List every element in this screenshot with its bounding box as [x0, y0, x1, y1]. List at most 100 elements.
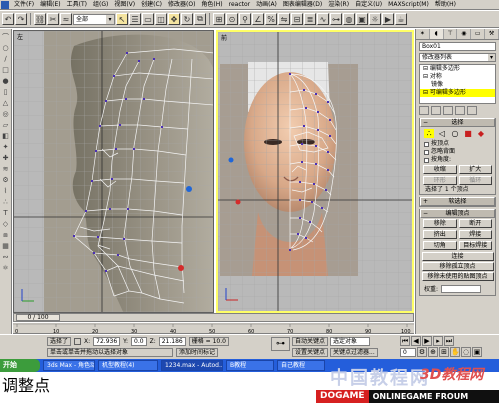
move-icon[interactable]: ✥ — [168, 13, 180, 25]
percent-snap-icon[interactable]: % — [265, 13, 277, 25]
helper-tool-icon[interactable]: ✚ — [2, 154, 10, 162]
render-icon[interactable]: ☼ — [369, 13, 381, 25]
stack-item[interactable]: 镜像 — [420, 81, 495, 89]
rollout-header[interactable]: − 编辑顶点 — [420, 209, 495, 218]
menu-graph-editors[interactable]: 图表编辑器(D) — [280, 0, 325, 9]
object-name-field[interactable]: Box01 — [419, 42, 496, 51]
shape-tool-icon[interactable]: ◇ — [2, 220, 10, 228]
modifier-stack[interactable]: ⊟ 编辑多边形 ⊟ 对称 镜像 ⊟ 可编辑多边形 — [419, 64, 496, 104]
x-coordinate-field[interactable]: 72.936 — [93, 336, 121, 346]
selection-filter-dropdown[interactable]: 全部 ▾ — [73, 13, 115, 25]
select-by-name-icon[interactable]: ☰ — [129, 13, 141, 25]
menu-file[interactable]: 文件(F) — [11, 0, 37, 9]
remove-isolated-button[interactable]: 移除孤立顶点 — [421, 262, 494, 271]
goto-end-icon[interactable]: ⏭ — [444, 336, 454, 346]
viewport-label[interactable]: 前 — [221, 33, 227, 42]
snap-icon[interactable]: ⚲ — [239, 13, 251, 25]
taskbar-task[interactable]: B教程 — [226, 360, 274, 371]
connect-button[interactable]: 连接 — [421, 252, 494, 261]
app-icon[interactable] — [1, 0, 9, 9]
reference-coord-icon[interactable]: ⊞ — [213, 13, 225, 25]
menu-group[interactable]: 组(G) — [90, 0, 111, 9]
menu-create[interactable]: 创建(C) — [138, 0, 165, 9]
link-icon[interactable]: ⛓ — [34, 13, 46, 25]
by-vertex-option[interactable]: 按顶点 — [420, 140, 495, 148]
teapot-icon[interactable]: ☕ — [395, 13, 407, 25]
tab-utilities[interactable]: ⚒ — [485, 29, 499, 39]
z-coordinate-field[interactable]: 21.186 — [158, 336, 186, 346]
mirror-icon[interactable]: ⇋ — [278, 13, 290, 25]
taskbar-task[interactable]: 机型教程(4) — [98, 360, 158, 371]
grow-button[interactable]: 扩大 — [458, 165, 492, 174]
pivot-icon[interactable]: ⊙ — [226, 13, 238, 25]
tab-motion[interactable]: ◉ — [457, 29, 472, 39]
curve-editor-icon[interactable]: ∿ — [317, 13, 329, 25]
checkbox[interactable] — [424, 157, 429, 163]
zoom-all-icon[interactable]: ⊞ — [439, 347, 449, 357]
text-tool-icon[interactable]: T — [2, 209, 10, 217]
cone-tool-icon[interactable]: △ — [2, 99, 10, 107]
spacewarp-tool-icon[interactable]: ≋ — [2, 165, 10, 173]
configure-sets-icon[interactable] — [467, 106, 477, 115]
ring-button[interactable]: 环形 — [423, 176, 457, 185]
systems-tool-icon[interactable]: ⚙ — [2, 176, 10, 184]
stack-item-selected[interactable]: ⊟ 可编辑多边形 — [420, 89, 495, 97]
tab-create[interactable]: ✶ — [416, 29, 430, 39]
menu-customize[interactable]: 自定义(U) — [352, 0, 385, 9]
line-tool-icon[interactable]: ∕ — [2, 55, 10, 63]
edge-mode-icon[interactable]: ◁ — [437, 129, 447, 138]
break-button[interactable]: 断开 — [458, 219, 492, 228]
lock-icon[interactable] — [74, 337, 82, 345]
key-filters-button[interactable]: 关键点过滤器... — [330, 347, 378, 357]
checkbox[interactable] — [424, 149, 429, 155]
orbit-icon[interactable]: ◌ — [461, 347, 471, 357]
torus-tool-icon[interactable]: ◎ — [2, 110, 10, 118]
curve-tool-icon[interactable]: ⌒ — [2, 33, 10, 41]
remove-unused-map-button[interactable]: 移除未使用的贴图顶点 — [421, 272, 494, 281]
nurbs-tool-icon[interactable]: ∾ — [2, 253, 10, 261]
play-icon[interactable]: ▶ — [422, 336, 432, 346]
vertex-mode-icon[interactable]: ∴ — [424, 129, 434, 138]
menu-character[interactable]: 角色(H) — [198, 0, 225, 9]
quick-render-icon[interactable]: ▶ — [382, 13, 394, 25]
prev-frame-icon[interactable]: ◀ — [411, 336, 421, 346]
goto-start-icon[interactable]: ⏮ — [400, 336, 410, 346]
remove-button[interactable]: 移除 — [423, 219, 457, 228]
weld-button[interactable]: 焊接 — [458, 230, 492, 239]
stack-item[interactable]: ⊟ 编辑多边形 — [420, 65, 495, 73]
key-mode-icon[interactable]: ⊶ — [271, 337, 290, 351]
viewport-front[interactable]: 前 — [216, 30, 414, 313]
time-config-icon[interactable]: ⚙ — [417, 347, 427, 357]
rotate-icon[interactable]: ↻ — [181, 13, 193, 25]
angle-snap-icon[interactable]: ∠ — [252, 13, 264, 25]
menu-modifiers[interactable]: 修改器(O) — [165, 0, 198, 9]
plane-tool-icon[interactable]: ▱ — [2, 121, 10, 129]
menu-views[interactable]: 视图(V) — [111, 0, 138, 9]
taskbar-task[interactable]: 1234.max - Autod... — [161, 360, 223, 371]
shrink-button[interactable]: 收缩 — [423, 165, 457, 174]
align-icon[interactable]: ⊟ — [291, 13, 303, 25]
selected-object-dropdown[interactable]: 选定对象 — [330, 336, 371, 346]
window-crossing-icon[interactable]: ◫ — [155, 13, 167, 25]
patch-tool-icon[interactable]: ▦ — [2, 242, 10, 250]
scale-icon[interactable]: ⧉ — [194, 13, 206, 25]
menu-edit[interactable]: 编辑(E) — [37, 0, 63, 9]
unlink-icon[interactable]: ✂ — [47, 13, 59, 25]
loop-button[interactable]: 循环 — [458, 176, 492, 185]
zoom-icon[interactable]: ⊕ — [428, 347, 438, 357]
dynamics-tool-icon[interactable]: ⚛ — [2, 264, 10, 272]
sphere-tool-icon[interactable]: ● — [2, 77, 10, 85]
add-time-tag-button[interactable]: 添加时间标记 — [176, 347, 219, 357]
material-editor-icon[interactable]: ◍ — [343, 13, 355, 25]
light-tool-icon[interactable]: ✦ — [2, 143, 10, 151]
time-slider-knob[interactable]: 0 / 100 — [16, 314, 60, 321]
maximize-viewport-icon[interactable]: ▣ — [472, 347, 482, 357]
redo-icon[interactable]: ↷ — [15, 13, 27, 25]
tab-modify[interactable]: ◖ — [429, 29, 444, 39]
viewport-label[interactable]: 左 — [17, 32, 23, 41]
menu-help[interactable]: 帮助(H) — [432, 0, 459, 9]
box-tool-icon[interactable]: □ — [2, 66, 10, 74]
menu-maxscript[interactable]: MAXScript(M) — [385, 0, 432, 9]
compound-tool-icon[interactable]: ⧈ — [2, 231, 10, 239]
bind-icon[interactable]: ≈ — [60, 13, 72, 25]
